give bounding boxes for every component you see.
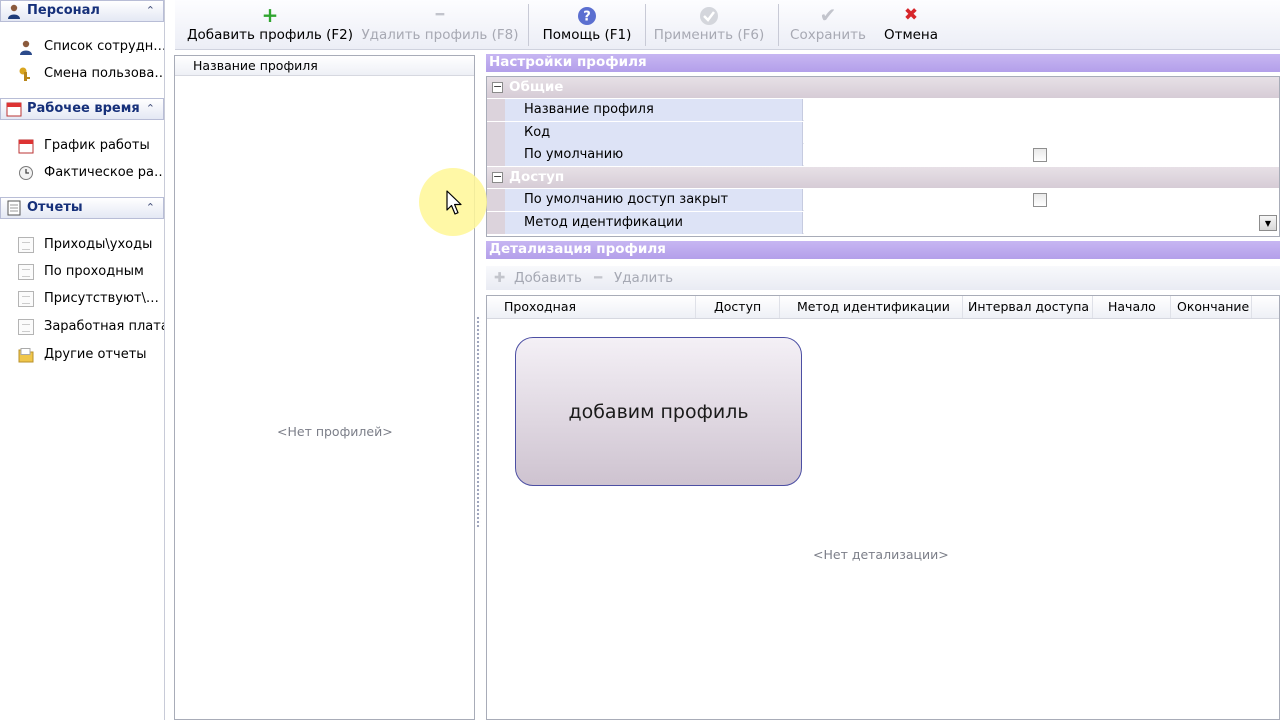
sidebar-item-other-reports[interactable]: Другие отчеты (0, 342, 164, 368)
property-name: Название профиля (505, 99, 803, 121)
person-icon (8, 4, 20, 19)
access-closed-checkbox[interactable] (1033, 193, 1047, 207)
sidebar-section-title: Отчеты (27, 200, 83, 215)
code-field[interactable] (804, 122, 1279, 144)
sidebar-item-label: Приходы\уходы (44, 237, 153, 252)
sidebar-item-label: Фактическое ра… (44, 165, 164, 180)
mouse-cursor-icon (446, 190, 462, 215)
property-row: Название профиля (487, 99, 1279, 121)
main-toolbar: + Добавить профиль (F2) ━ Удалить профил… (175, 0, 1280, 50)
column-header-access-interval[interactable]: Интервал доступа (963, 296, 1093, 318)
profiles-list[interactable]: Название профиля <Нет профилей> (174, 55, 475, 720)
detail-delete-button[interactable]: ━ Удалить (594, 266, 673, 290)
calendar-icon (6, 102, 22, 117)
plus-icon: + (261, 3, 279, 27)
detail-toolbar: ✚ Добавить ━ Удалить (486, 266, 1280, 290)
category-access[interactable]: − Доступ (487, 167, 1279, 188)
sidebar-item-label: График работы (44, 138, 150, 153)
plus-icon: ✚ (494, 270, 506, 286)
close-icon: ✖ (903, 5, 919, 25)
column-header-checkpoint[interactable]: Проходная (487, 296, 696, 318)
key-icon (19, 67, 30, 81)
folder-icon (18, 348, 34, 363)
sidebar-item-by-checkpoints[interactable]: По проходным (0, 259, 164, 285)
category-general[interactable]: − Общие (487, 77, 1279, 98)
sidebar-section-title: Рабочее время (27, 101, 140, 116)
sidebar-item-present[interactable]: Присутствуют\… (0, 286, 164, 312)
sidebar-section-personnel[interactable]: Персонал ⌃ (0, 0, 164, 22)
detail-add-button[interactable]: ✚ Добавить (494, 266, 582, 290)
no-profiles-text: <Нет профилей> (277, 424, 393, 439)
sidebar-item-label: Заработная плата (44, 319, 164, 334)
document-icon (18, 264, 34, 280)
collapse-icon[interactable]: ⌃ (146, 198, 155, 218)
column-header-start[interactable]: Начало (1093, 296, 1171, 318)
sidebar-item-label: Другие отчеты (44, 347, 147, 362)
apply-check-icon (700, 7, 718, 25)
document-icon (18, 291, 34, 307)
default-checkbox[interactable] (1033, 148, 1047, 162)
sidebar-item-actual-work[interactable]: Фактическое ра… (0, 160, 164, 186)
collapse-icon[interactable]: ⌃ (146, 99, 155, 119)
no-details-text: <Нет детализации> (813, 547, 949, 562)
clock-icon (19, 166, 33, 180)
collapse-icon[interactable]: − (492, 81, 503, 93)
profile-detail-title: Детализация профиля (486, 241, 1280, 259)
property-name: Код (505, 122, 803, 144)
annotation-callout: добавим профиль (515, 337, 802, 486)
add-profile-button[interactable]: + Добавить профиль (F2) (181, 0, 359, 48)
help-button[interactable]: ? Помощь (F1) (537, 0, 637, 48)
property-row: Код (487, 122, 1279, 144)
property-name: По умолчанию доступ закрыт (505, 189, 803, 211)
sidebar-section-work-time[interactable]: Рабочее время ⌃ (0, 98, 164, 120)
person-icon (20, 40, 32, 55)
cancel-button[interactable]: ✖ Отмена (876, 0, 946, 48)
property-row: По умолчанию доступ закрыт (487, 189, 1279, 211)
sidebar-item-employee-list[interactable]: Список сотрудн… (0, 34, 164, 60)
profile-name-column-header[interactable]: Название профиля (175, 56, 474, 76)
document-icon (18, 319, 34, 335)
check-icon: ✔ (819, 3, 837, 27)
help-icon: ? (578, 7, 596, 25)
property-row: По умолчанию (487, 144, 1279, 166)
profile-name-field[interactable] (804, 99, 1279, 121)
panel-splitter[interactable] (476, 316, 481, 528)
document-icon (7, 200, 21, 216)
property-row: Метод идентификации ▼ (487, 212, 1279, 234)
collapse-icon[interactable]: ⌃ (146, 1, 155, 21)
sidebar-item-change-user[interactable]: Смена пользова… (0, 61, 164, 87)
apply-button[interactable]: Применить (F6) (653, 0, 765, 48)
minus-icon: ━ (594, 270, 603, 286)
property-name: Метод идентификации (505, 212, 803, 234)
property-name: По умолчанию (505, 144, 803, 166)
sidebar-item-label: Смена пользова… (44, 66, 164, 81)
svg-text:?: ? (583, 10, 591, 25)
document-icon (18, 237, 34, 253)
minus-icon: ━ (435, 7, 445, 23)
column-header-access[interactable]: Доступ (696, 296, 780, 318)
column-header-identification-method[interactable]: Метод идентификации (780, 296, 963, 318)
sidebar-section-title: Персонал (27, 3, 100, 18)
toolbar-separator (528, 4, 529, 46)
calendar-icon (18, 139, 34, 154)
sidebar-item-salary[interactable]: Заработная плата (0, 314, 164, 340)
sidebar-item-work-schedule[interactable]: График работы (0, 133, 164, 159)
sidebar-item-label: Список сотрудн… (44, 39, 164, 54)
toolbar-separator (645, 4, 646, 46)
navigation-sidebar: Персонал ⌃ Список сотрудн… Смена пользов… (0, 0, 165, 720)
identification-method-select[interactable]: ▼ (804, 212, 1279, 234)
dropdown-arrow-icon[interactable]: ▼ (1259, 215, 1277, 231)
collapse-icon[interactable]: − (492, 171, 503, 183)
sidebar-item-arrivals-departures[interactable]: Приходы\уходы (0, 232, 164, 258)
column-header-end[interactable]: Окончание (1171, 296, 1252, 318)
delete-profile-button[interactable]: ━ Удалить профиль (F8) (361, 0, 519, 48)
property-grid: − Общие Название профиля Код По умолчани… (486, 76, 1280, 237)
sidebar-item-label: Присутствуют\… (44, 291, 159, 306)
toolbar-separator (778, 4, 779, 46)
sidebar-item-label: По проходным (44, 264, 144, 279)
profile-settings-title: Настройки профиля (486, 54, 1280, 72)
sidebar-section-reports[interactable]: Отчеты ⌃ (0, 197, 164, 219)
save-button[interactable]: ✔ Сохранить (786, 0, 870, 48)
